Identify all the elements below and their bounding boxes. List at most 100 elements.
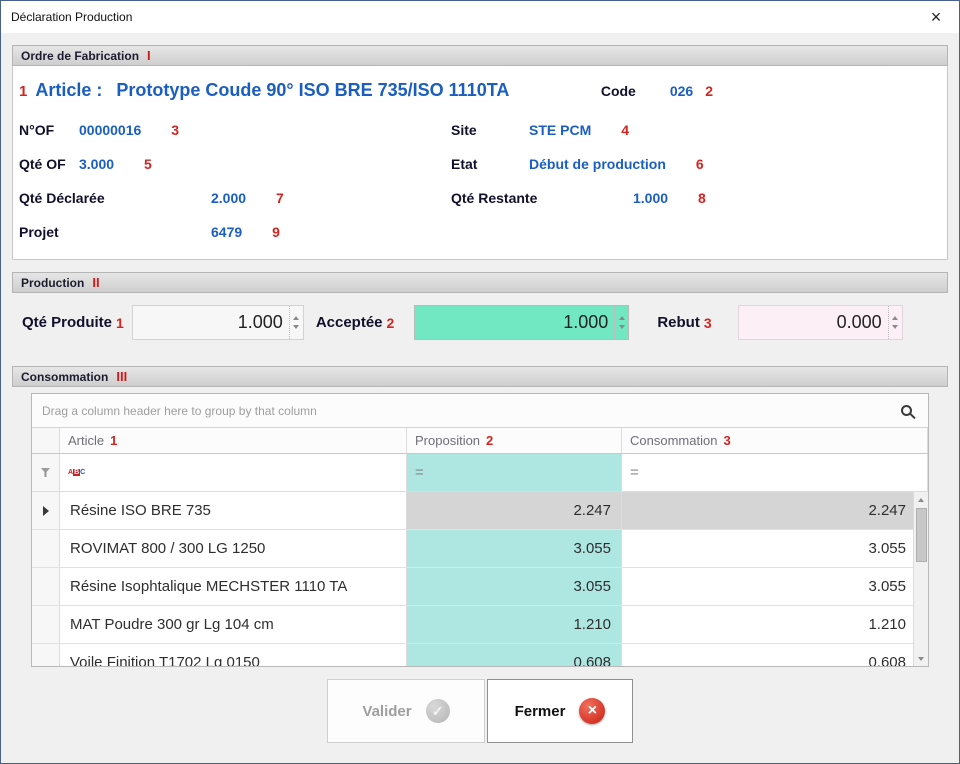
- row-indicator: [32, 492, 60, 529]
- spin-up-icon[interactable]: [892, 316, 898, 320]
- close-circle-icon: ×: [579, 698, 605, 724]
- cell-proposition[interactable]: 3.055: [407, 568, 622, 605]
- nof-label: N°OF: [19, 122, 79, 138]
- abc-filter-icon: ABC: [68, 469, 85, 476]
- cell-consommation[interactable]: 3.055: [622, 568, 928, 605]
- qte-declaree-value: 2.000: [211, 190, 246, 206]
- section-marker-consommation: III: [116, 369, 127, 384]
- cell-consommation[interactable]: 1.210: [622, 606, 928, 643]
- acceptee-value: 1.000: [415, 312, 614, 333]
- site-value: STE PCM: [529, 122, 591, 138]
- filter-article-input[interactable]: ABC: [60, 454, 407, 491]
- qte-produite-input[interactable]: 1.000: [132, 305, 304, 340]
- marker-etat: 6: [696, 156, 704, 172]
- section-title-consommation: Consommation: [21, 370, 108, 384]
- acceptee-input[interactable]: 1.000: [414, 305, 629, 340]
- rebut-spinner[interactable]: [888, 306, 902, 339]
- code-value: 026: [670, 83, 693, 99]
- valider-button[interactable]: Valider ✓: [327, 679, 485, 743]
- marker-projet: 9: [272, 224, 280, 240]
- marker-column-article: 1: [110, 433, 117, 448]
- filter-consommation-input[interactable]: =: [622, 454, 928, 491]
- production-row: Qté Produite 1 1.000 Acceptée 2 1.000 Re…: [12, 293, 948, 354]
- dialog-buttons: Valider ✓ Fermer ×: [12, 679, 948, 743]
- cell-article[interactable]: Résine Isophtalique MECHSTER 1110 TA: [60, 568, 407, 605]
- column-header-consommation[interactable]: Consommation 3: [622, 428, 928, 453]
- spin-up-icon[interactable]: [619, 316, 625, 320]
- qte-of-label: Qté OF: [19, 156, 79, 172]
- of-row-2: Qté OF 3.000 5 Etat Début de production …: [17, 147, 943, 181]
- spin-down-icon[interactable]: [892, 325, 898, 329]
- cell-proposition[interactable]: 1.210: [407, 606, 622, 643]
- declaration-production-dialog: Déclaration Production × Ordre de Fabric…: [0, 0, 960, 764]
- rebut-label: Rebut: [657, 314, 700, 331]
- acceptee-spinner[interactable]: [614, 306, 628, 339]
- qte-declaree-label: Qté Déclarée: [19, 190, 211, 206]
- cell-article[interactable]: MAT Poudre 300 gr Lg 104 cm: [60, 606, 407, 643]
- spin-down-icon[interactable]: [293, 325, 299, 329]
- row-indicator: [32, 644, 60, 666]
- table-row[interactable]: Voile Finition T1702 Lg 0150 0.608 0.608: [32, 644, 928, 666]
- row-indicator-header: [32, 428, 60, 453]
- scrollbar-thumb[interactable]: [916, 508, 927, 562]
- group-by-panel[interactable]: Drag a column header here to group by th…: [32, 394, 928, 428]
- projet-value: 6479: [211, 224, 242, 240]
- qte-produite-spinner[interactable]: [289, 306, 303, 339]
- filter-proposition-input[interactable]: =: [407, 454, 622, 491]
- consommation-grid: Drag a column header here to group by th…: [31, 393, 929, 667]
- table-row[interactable]: ROVIMAT 800 / 300 LG 1250 3.055 3.055: [32, 530, 928, 568]
- spin-down-icon[interactable]: [619, 325, 625, 329]
- search-icon[interactable]: [901, 405, 912, 416]
- marker-rebut: 3: [704, 315, 712, 331]
- cell-consommation[interactable]: 0.608: [622, 644, 928, 666]
- group-by-hint: Drag a column header here to group by th…: [42, 404, 317, 418]
- rebut-value: 0.000: [739, 312, 888, 333]
- marker-qte-restante: 8: [698, 190, 706, 206]
- table-row[interactable]: MAT Poudre 300 gr Lg 104 cm 1.210 1.210: [32, 606, 928, 644]
- marker-acceptee: 2: [387, 315, 395, 331]
- section-header-production: Production II: [12, 272, 948, 293]
- cell-article[interactable]: Voile Finition T1702 Lg 0150: [60, 644, 407, 666]
- rebut-input[interactable]: 0.000: [738, 305, 903, 340]
- column-header-article[interactable]: Article 1: [60, 428, 407, 453]
- row-arrow-icon: [43, 506, 49, 516]
- of-row-4: Projet 6479 9: [17, 215, 943, 249]
- table-row[interactable]: Résine ISO BRE 735 2.247 2.247: [32, 492, 928, 530]
- grid-body: Résine ISO BRE 735 2.247 2.247 ROVIMAT 8…: [32, 492, 928, 666]
- cell-consommation[interactable]: 3.055: [622, 530, 928, 567]
- qte-restante-label: Qté Restante: [451, 190, 633, 206]
- ordre-fabrication-panel: 1 Article : Prototype Coude 90° ISO BRE …: [12, 66, 948, 260]
- cell-proposition[interactable]: 2.247: [407, 492, 622, 529]
- article-value: Prototype Coude 90° ISO BRE 735/ISO 1110…: [116, 80, 509, 101]
- column-header-article-label: Article: [68, 433, 104, 448]
- column-header-proposition[interactable]: Proposition 2: [407, 428, 622, 453]
- marker-article: 1: [19, 83, 27, 100]
- cell-article[interactable]: ROVIMAT 800 / 300 LG 1250: [60, 530, 407, 567]
- marker-qte-of: 5: [144, 156, 152, 172]
- column-header-consommation-label: Consommation: [630, 433, 717, 448]
- scroll-down-icon[interactable]: [914, 651, 928, 666]
- table-row[interactable]: Résine Isophtalique MECHSTER 1110 TA 3.0…: [32, 568, 928, 606]
- spin-up-icon[interactable]: [293, 316, 299, 320]
- section-marker-ordre: I: [147, 48, 151, 63]
- section-title-production: Production: [21, 276, 84, 290]
- cell-proposition[interactable]: 3.055: [407, 530, 622, 567]
- projet-label: Projet: [19, 224, 211, 240]
- marker-nof: 3: [171, 122, 179, 138]
- nof-value: 00000016: [79, 122, 141, 138]
- etat-value: Début de production: [529, 156, 666, 172]
- fermer-button[interactable]: Fermer ×: [487, 679, 633, 743]
- qte-restante-value: 1.000: [633, 190, 668, 206]
- cell-proposition[interactable]: 0.608: [407, 644, 622, 666]
- article-label: Article :: [35, 80, 102, 101]
- acceptee-label: Acceptée: [316, 314, 383, 331]
- close-icon[interactable]: ×: [913, 1, 959, 33]
- row-indicator: [32, 606, 60, 643]
- marker-column-proposition: 2: [486, 433, 493, 448]
- scroll-up-icon[interactable]: [914, 492, 928, 507]
- vertical-scrollbar[interactable]: [913, 492, 928, 666]
- cell-consommation[interactable]: 2.247: [622, 492, 928, 529]
- filter-proposition-operator: =: [415, 464, 424, 481]
- qte-of-value: 3.000: [79, 156, 114, 172]
- cell-article[interactable]: Résine ISO BRE 735: [60, 492, 407, 529]
